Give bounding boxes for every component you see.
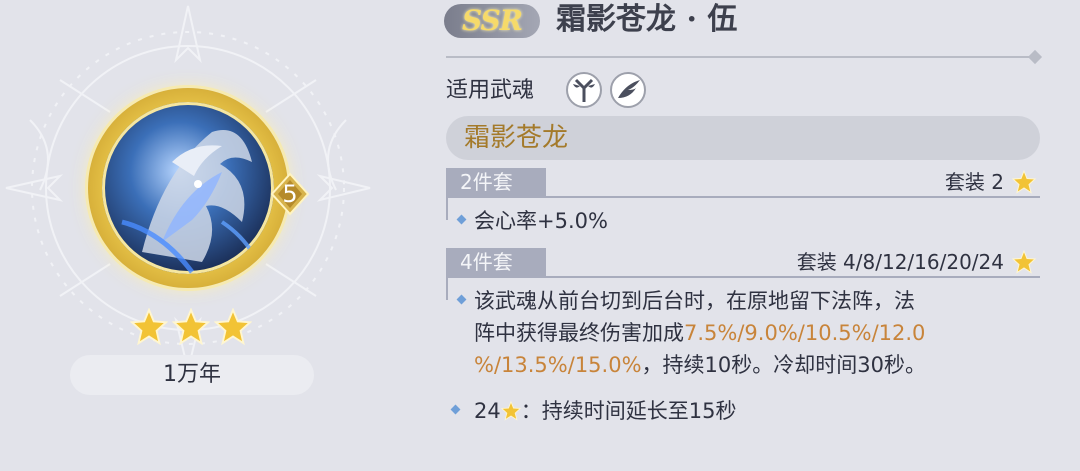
tier-4-effect-line-2: 阵中获得最终伤害加成7.5%/9.0%/10.5%/12.0 (474, 318, 925, 348)
tier-4-effect-line-3: %/13.5%/15.0%，持续10秒。冷却时间30秒。 (474, 350, 926, 380)
tier-4-requirement: 套装 4/8/12/16/20/24 (796, 250, 1004, 274)
tier-2-effect: 会心率+5.0% (474, 209, 608, 233)
tier-2-header: 2件套 套装 2 (446, 168, 1040, 198)
portrait-frame[interactable] (88, 88, 288, 288)
rarity-badge: SSR (444, 4, 540, 38)
tier-divider (446, 196, 1040, 198)
star-icon (500, 401, 521, 421)
star-rating (130, 308, 254, 348)
star-icon (1012, 250, 1036, 274)
level-badge: 5 (268, 172, 312, 216)
tier-2-requirement: 套装 2 (944, 170, 1004, 194)
level-number: 5 (282, 180, 298, 208)
extra-effect-prefix: 24 (474, 399, 501, 423)
extra-effect-text: ：持续时间延长至15秒 (520, 399, 737, 423)
applicable-spirit-label: 适用武魂 (446, 78, 535, 103)
tier-2-tab: 2件套 (446, 168, 546, 196)
bullet-diamond-icon (456, 214, 467, 225)
tier-divider (446, 276, 1040, 278)
crossed-axe-icon[interactable] (566, 72, 602, 108)
effect-values: 7.5%/9.0%/10.5%/12.0 (684, 321, 926, 345)
star-icon (130, 308, 168, 346)
tier-4-tab: 4件套 (446, 248, 546, 276)
star-icon (172, 308, 210, 346)
star-icon (214, 308, 252, 346)
title-divider (446, 56, 1038, 58)
dragon-portrait (102, 102, 274, 274)
extra-effect: 24 ：持续时间延长至15秒 (474, 396, 736, 426)
dragon-illustration (121, 130, 264, 274)
effect-values: %/13.5%/15.0% (474, 353, 642, 377)
tier-4-bracket (446, 278, 448, 300)
wing-feather-icon[interactable] (610, 72, 646, 108)
tier-4-effect-line-1: 该武魂从前台切到后台时，在原地留下法阵，法 (474, 289, 915, 313)
effect-text: 阵中获得最终伤害加成 (474, 321, 684, 345)
divider-ornament (1027, 49, 1043, 65)
tier-4-header: 4件套 套装 4/8/12/16/20/24 (446, 248, 1040, 278)
tier-2-bracket (446, 198, 448, 220)
set-name: 霜影苍龙 (464, 123, 569, 153)
age-label: 1万年 (70, 355, 314, 395)
portrait-panel: 5 1万年 (0, 0, 400, 471)
rarity-text: SSR (461, 4, 523, 37)
item-title: 霜影苍龙 · 伍 (556, 2, 738, 37)
star-icon (1012, 170, 1036, 194)
bullet-diamond-icon (456, 294, 467, 305)
effect-text: ，持续10秒。冷却时间30秒。 (641, 353, 926, 377)
bullet-diamond-icon (450, 404, 461, 415)
